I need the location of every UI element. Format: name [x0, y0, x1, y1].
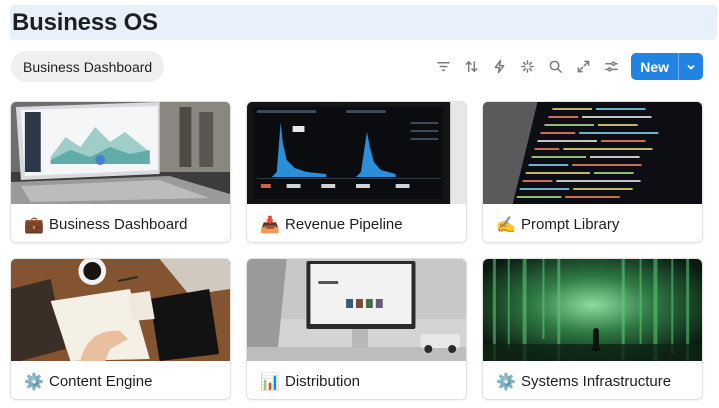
expand-button[interactable] [569, 53, 597, 80]
card-title: Prompt Library [521, 215, 620, 233]
card-label-row: ⚙️ Content Engine [11, 361, 230, 399]
gallery-card-business-dashboard[interactable]: 💼 Business Dashboard [10, 101, 231, 243]
filter-icon [436, 62, 450, 71]
view-tab-business-dashboard[interactable]: Business Dashboard [11, 51, 165, 82]
expand-icon [577, 60, 590, 73]
card-label-row: 📊 Distribution [247, 361, 466, 399]
automation-icon [494, 59, 505, 74]
card-cover-image [11, 102, 230, 204]
card-cover-image [483, 102, 702, 204]
search-icon [549, 60, 562, 73]
settings-button[interactable] [597, 53, 625, 80]
card-title: Business Dashboard [49, 215, 188, 233]
page-title[interactable]: Business OS [12, 9, 158, 37]
card-title: Revenue Pipeline [285, 215, 403, 233]
gallery-card-content-engine[interactable]: ⚙️ Content Engine [10, 258, 231, 400]
database-toolbar: New [429, 53, 703, 80]
card-cover-image [483, 259, 702, 361]
card-label-row: 📥 Revenue Pipeline [247, 204, 466, 242]
gear-icon: ⚙️ [496, 371, 516, 391]
bar-chart-icon: 📊 [260, 371, 280, 391]
search-button[interactable] [541, 53, 569, 80]
card-title: Content Engine [49, 372, 153, 390]
card-cover-image [11, 259, 230, 361]
new-dropdown-button[interactable] [679, 53, 703, 80]
settings-icon [604, 61, 618, 72]
card-cover-image [247, 102, 466, 204]
filter-button[interactable] [429, 53, 457, 80]
writing-hand-icon: ✍️ [496, 214, 516, 234]
inbox-tray-icon: 📥 [260, 214, 280, 234]
gallery-card-revenue-pipeline[interactable]: 📥 Revenue Pipeline [246, 101, 467, 243]
gear-icon: ⚙️ [24, 371, 44, 391]
gallery-card-distribution[interactable]: 📊 Distribution [246, 258, 467, 400]
gallery-card-prompt-library[interactable]: ✍️ Prompt Library [482, 101, 703, 243]
card-title: Systems Infrastructure [521, 372, 672, 390]
card-label-row: 💼 Business Dashboard [11, 204, 230, 242]
view-tab-label: Business Dashboard [23, 58, 153, 75]
card-label-row: ✍️ Prompt Library [483, 204, 702, 242]
new-button[interactable]: New [631, 53, 703, 80]
new-button-label: New [640, 58, 669, 75]
ai-sparkle-icon [520, 60, 534, 73]
card-cover-image [247, 259, 466, 361]
sort-icon [465, 61, 478, 72]
card-title: Distribution [285, 372, 361, 390]
ai-button[interactable] [513, 53, 541, 80]
page-title-bar[interactable]: Business OS [10, 5, 717, 40]
card-label-row: ⚙️ Systems Infrastructure [483, 361, 702, 399]
sort-button[interactable] [457, 53, 485, 80]
chevron-down-icon [687, 64, 695, 70]
briefcase-icon: 💼 [24, 214, 44, 234]
gallery-card-systems-infrastructure[interactable]: ⚙️ Systems Infrastructure [482, 258, 703, 400]
automation-button[interactable] [485, 53, 513, 80]
